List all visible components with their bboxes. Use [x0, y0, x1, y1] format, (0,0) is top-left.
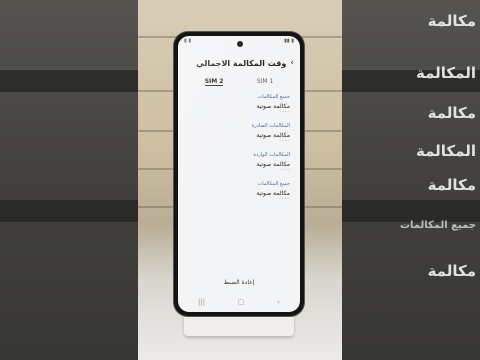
list-item: مكالمة صوتية - - - - [178, 158, 300, 173]
background-echo-text: المكالمة [416, 64, 476, 82]
photo-scene: ▮ ▮ ▮▮ ▮ › وقت المكالمة الاجمالي SIM 1 S… [138, 0, 342, 360]
back-arrow-icon[interactable]: › [290, 58, 294, 68]
reset-button[interactable]: إعادة الضبط [178, 279, 300, 286]
list-item: مكالمة صوتية - - - - [178, 100, 300, 115]
item-value: - - - - [279, 197, 290, 202]
header-bar: › وقت المكالمة الاجمالي [178, 52, 300, 72]
recents-icon[interactable]: ||| [198, 298, 205, 306]
blurred-background-right: مكالمة المكالمة مكالمة المكالمة مكالمة ج… [342, 0, 480, 360]
background-echo-text: المكالمة [416, 142, 476, 160]
status-icons-right: ▮▮ ▮ [284, 38, 294, 44]
tab-sim-1[interactable]: SIM 1 [257, 78, 273, 86]
section-header: المكالمات الواردة [253, 152, 290, 158]
tab-sim-2[interactable]: SIM 2 [204, 78, 224, 86]
smartphone: ▮ ▮ ▮▮ ▮ › وقت المكالمة الاجمالي SIM 1 S… [174, 32, 304, 316]
background-echo-text: مكالمة [427, 104, 476, 122]
background-echo-text: مكالمة [427, 262, 476, 280]
blurred-background-left [0, 0, 138, 360]
item-title: مكالمة صوتية [256, 161, 290, 168]
item-title: مكالمة صوتية [256, 132, 290, 139]
background-echo-text: مكالمة [427, 12, 476, 30]
status-icons-left: ▮ ▮ [184, 38, 192, 44]
section-header: جميع المكالمات [257, 94, 290, 100]
section-header: جميع المكالمات [257, 181, 290, 187]
section-header: المكالمات الصادرة [251, 123, 290, 129]
list-item: مكالمة صوتية - - - - [178, 187, 300, 202]
phone-screen: ▮ ▮ ▮▮ ▮ › وقت المكالمة الاجمالي SIM 1 S… [178, 36, 300, 312]
home-icon[interactable]: ▢ [238, 298, 245, 306]
item-title: مكالمة صوتية [256, 103, 290, 110]
front-camera [237, 41, 243, 47]
page-title: وقت المكالمة الاجمالي [196, 58, 287, 68]
sim-tabs: SIM 1 SIM 2 [178, 72, 300, 86]
item-title: مكالمة صوتية [256, 190, 290, 197]
background-echo-text: مكالمة [427, 176, 476, 194]
back-icon[interactable]: ‹ [277, 298, 280, 306]
background-echo-text: جميع المكالمات [399, 220, 476, 231]
navigation-bar: ||| ▢ ‹ [198, 298, 280, 306]
list-item: مكالمة صوتية - - - - [178, 129, 300, 144]
